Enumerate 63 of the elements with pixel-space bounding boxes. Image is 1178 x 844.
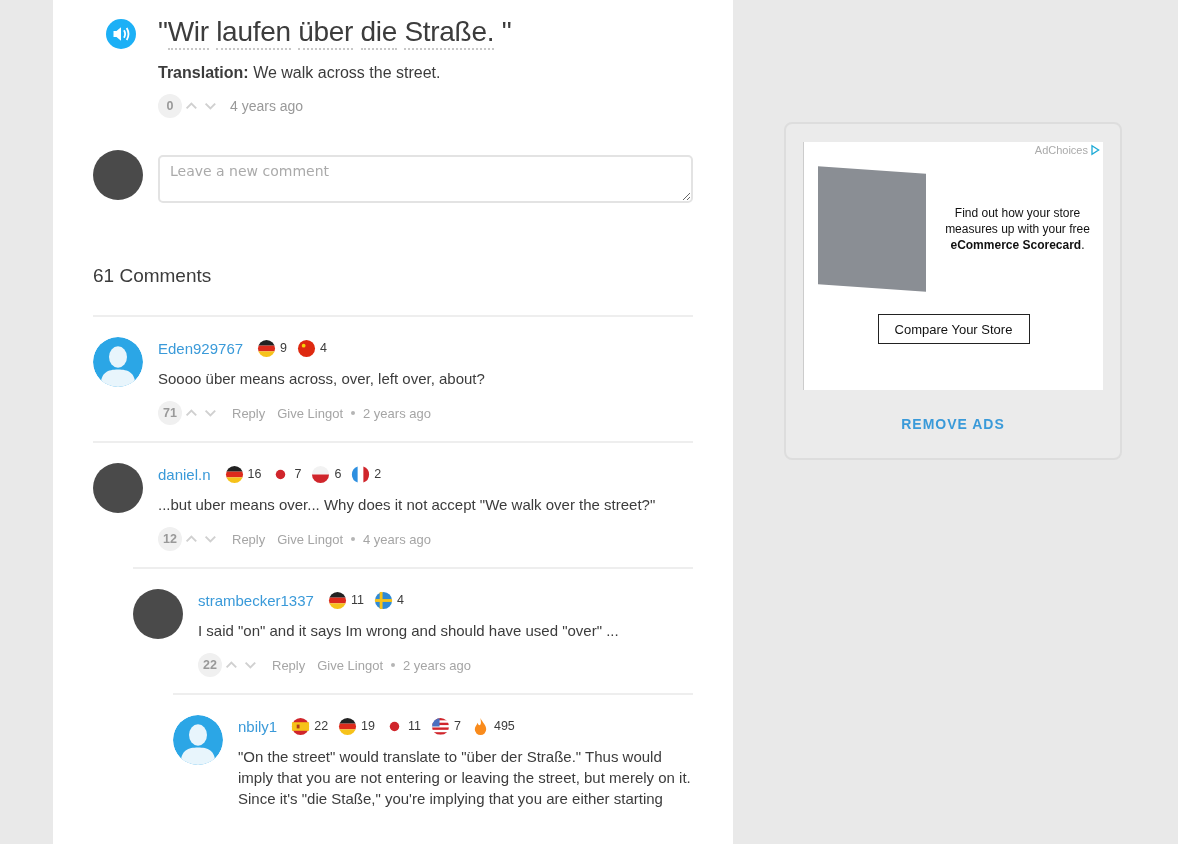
- spanish-flag-icon: [291, 716, 311, 736]
- compare-button[interactable]: Compare Your Store: [877, 314, 1030, 344]
- play-triangle-icon: [1089, 144, 1101, 156]
- reply-link[interactable]: Reply: [232, 531, 266, 547]
- avatar-silhouette: [173, 715, 223, 765]
- speaker-icon: [106, 19, 136, 49]
- timestamp: 2 years ago: [403, 657, 471, 673]
- level-count: 11: [350, 593, 364, 607]
- level-count: 19: [361, 719, 375, 733]
- level-count: 4: [320, 341, 327, 355]
- give-lingot-link[interactable]: Give Lingot: [277, 531, 343, 547]
- level-count: 2: [374, 467, 382, 481]
- level-count: 495: [493, 719, 515, 733]
- give-lingot-link[interactable]: Give Lingot: [317, 657, 383, 673]
- remove-ads-link[interactable]: REMOVE ADS: [803, 416, 1103, 432]
- give-lingot-link[interactable]: Give Lingot: [277, 405, 343, 421]
- level-count: 6: [334, 467, 342, 481]
- bullet-separator: [351, 411, 355, 415]
- timestamp: 4 years ago: [230, 98, 304, 114]
- level-count: 4: [396, 593, 404, 607]
- username-link[interactable]: nbily1: [238, 717, 278, 735]
- reply-link[interactable]: Reply: [272, 657, 306, 673]
- vote-count: 0: [158, 94, 182, 118]
- comment-text: Soooo über means across, over, left over, about?: [158, 369, 486, 389]
- comments-heading: 61 Comments: [93, 265, 693, 317]
- comment-text: ...but uber means over... Why does it not accept "We walk over the street?": [158, 495, 657, 515]
- level-count: 11: [408, 719, 421, 733]
- ad-text: Find out how your store measures up with your free eCommerce Scorecard.: [944, 205, 1091, 253]
- bullet-separator: [351, 537, 355, 541]
- polish-flag-icon: [311, 464, 331, 484]
- level-count: 22: [314, 719, 329, 733]
- username-link[interactable]: Eden929767: [158, 339, 244, 357]
- chinese-flag-icon: [297, 338, 317, 358]
- sentence-title: "Wir laufen über die Straße. ": [158, 16, 512, 48]
- avatar-photo: [133, 589, 183, 639]
- timestamp: 2 years ago: [363, 405, 431, 421]
- french-flag-icon: [351, 464, 371, 484]
- username-link[interactable]: strambecker1337: [198, 591, 314, 609]
- german-flag-icon: [224, 464, 244, 484]
- adchoices-label[interactable]: AdChoices: [1034, 144, 1088, 156]
- username-link[interactable]: daniel.n: [158, 465, 211, 483]
- vote-count: 22: [198, 653, 222, 677]
- avatar-photo: [93, 150, 143, 200]
- american-flag-icon: [431, 716, 450, 736]
- timestamp: 4 years ago: [363, 531, 431, 547]
- level-count: 9: [280, 341, 288, 355]
- avatar-photo: [93, 463, 143, 513]
- reply-link[interactable]: Reply: [232, 405, 266, 421]
- comment-text: "On the street" would translate to "über der Straße." Thus would imply that you are not entering or leaving the street, but merely on it. Since it's "die Staße," you're implying that you are either starting: [238, 747, 692, 809]
- german-flag-icon: [327, 590, 347, 610]
- comment-input[interactable]: Leave a new comment: [158, 155, 693, 203]
- level-count: 7: [294, 467, 302, 481]
- swedish-flag-icon: [373, 590, 393, 610]
- translation-text: Translation: We walk across the street.: [158, 64, 442, 82]
- comment-text: I said "on" and it says Im wrong and should have used "over" ...: [198, 621, 620, 641]
- level-count: 16: [247, 467, 262, 481]
- avatar-silhouette: [93, 337, 143, 387]
- german-flag-icon: [257, 338, 277, 358]
- german-flag-icon: [338, 716, 358, 736]
- bullet-separator: [391, 663, 395, 667]
- vote-count: 71: [158, 401, 182, 425]
- level-count: 7: [454, 719, 461, 733]
- vote-count: 12: [158, 527, 182, 551]
